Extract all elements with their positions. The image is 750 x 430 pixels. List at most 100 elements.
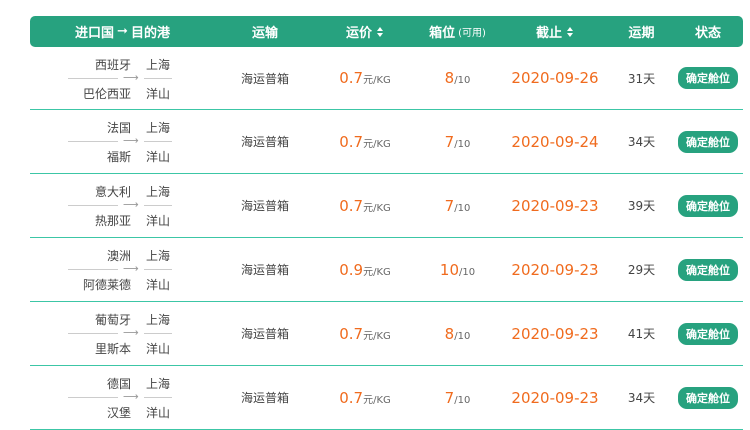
route-divider xyxy=(68,141,118,142)
arrow-right-icon: ⟶ xyxy=(123,134,139,147)
confirm-booking-button[interactable]: 确定舱位 xyxy=(678,130,738,153)
deadline-cell: 2020-09-23 xyxy=(511,388,599,407)
header-transport-label: 运输 xyxy=(251,26,278,41)
status-cell: 确定舱位 xyxy=(673,194,743,217)
status-cell: 确定舱位 xyxy=(673,130,743,153)
table-row: 澳洲 ⟶ 阿德莱德 上海 洋山 海运普箱 0.9元/KG 10/10 2020-… xyxy=(30,238,743,302)
days-cell: 34天 xyxy=(627,391,656,405)
status-cell: 确定舱位 xyxy=(673,67,743,89)
price-cell: 0.7元/KG xyxy=(315,69,415,87)
dest-city: 上海 xyxy=(146,121,171,135)
route-divider xyxy=(144,269,172,270)
route-cell: 意大利 ⟶ 热那亚 上海 洋山 xyxy=(30,174,215,237)
table-body: 西班牙 ⟶ 巴伦西亚 上海 洋山 海运普箱 0.7元/KG 8/10 2020-… xyxy=(30,47,743,430)
header-deadline-label[interactable]: 截止 xyxy=(536,22,562,41)
header-price[interactable]: 运价 xyxy=(315,22,415,41)
sort-icon[interactable] xyxy=(567,26,574,37)
dest-port: 洋山 xyxy=(146,214,171,228)
box-available: 10 xyxy=(439,260,459,279)
dest-port: 洋山 xyxy=(146,342,171,356)
arrow-right-icon: ⟶ xyxy=(123,326,139,339)
price-unit: 元/KG xyxy=(363,138,391,150)
header-transport: 运输 xyxy=(215,22,315,41)
transport-cell: 海运普箱 xyxy=(240,263,289,277)
price-value: 0.7 xyxy=(339,196,364,215)
dest-city: 上海 xyxy=(146,185,171,199)
box-total: /10 xyxy=(454,202,471,214)
dest-city: 上海 xyxy=(146,57,171,72)
box-total: /10 xyxy=(459,266,476,278)
days-cell: 31天 xyxy=(627,71,656,86)
arrow-right-icon: ⟶ xyxy=(123,198,139,211)
table-row: 葡萄牙 ⟶ 里斯本 上海 洋山 海运普箱 0.7元/KG 8/10 2020-0… xyxy=(30,302,743,366)
price-unit: 元/KG xyxy=(363,75,391,86)
route-divider xyxy=(68,77,118,79)
route-divider xyxy=(144,205,172,206)
origin-port: 热那亚 xyxy=(94,214,131,228)
box-cell: 7/10 xyxy=(415,389,500,407)
origin-port: 福斯 xyxy=(106,150,131,164)
price-value: 0.9 xyxy=(339,260,364,279)
confirm-booking-button[interactable]: 确定舱位 xyxy=(678,258,738,281)
dest-port: 洋山 xyxy=(146,86,171,101)
header-price-label[interactable]: 运价 xyxy=(346,22,372,41)
header-route: 进口国 ➞ 目的港 xyxy=(30,22,215,41)
dest-port: 洋山 xyxy=(146,278,171,292)
box-total: /10 xyxy=(454,330,471,342)
transport-cell: 海运普箱 xyxy=(240,391,289,405)
confirm-booking-button[interactable]: 确定舱位 xyxy=(678,67,738,89)
arrow-right-icon: ⟶ xyxy=(123,70,139,84)
route-divider xyxy=(68,397,118,398)
box-cell: 8/10 xyxy=(415,69,500,87)
header-box-note: (可用) xyxy=(458,28,486,39)
status-cell: 确定舱位 xyxy=(673,258,743,281)
header-route-origin: 进口国 xyxy=(75,26,115,41)
route-cell: 葡萄牙 ⟶ 里斯本 上海 洋山 xyxy=(30,302,215,365)
price-unit: 元/KG xyxy=(363,266,391,278)
header-route-dest: 目的港 xyxy=(130,26,170,41)
route-cell: 德国 ⟶ 汉堡 上海 洋山 xyxy=(30,366,215,429)
dest-port: 洋山 xyxy=(146,406,171,420)
table-header: 进口国 ➞ 目的港 运输 运价 箱位 (可用) 截止 运期 状态 xyxy=(30,16,743,47)
price-cell: 0.9元/KG xyxy=(315,261,415,279)
box-available: 7 xyxy=(444,388,455,407)
table-row: 西班牙 ⟶ 巴伦西亚 上海 洋山 海运普箱 0.7元/KG 8/10 2020-… xyxy=(30,47,743,110)
confirm-booking-button[interactable]: 确定舱位 xyxy=(678,386,738,409)
box-available: 8 xyxy=(444,324,455,343)
deadline-cell: 2020-09-23 xyxy=(511,324,599,343)
box-cell: 7/10 xyxy=(415,133,500,151)
deadline-cell: 2020-09-26 xyxy=(511,69,599,87)
price-cell: 0.7元/KG xyxy=(315,389,415,407)
days-cell: 29天 xyxy=(627,263,656,277)
arrow-right-icon: ⟶ xyxy=(123,262,139,275)
origin-port: 阿德莱德 xyxy=(82,278,131,292)
box-available: 7 xyxy=(444,196,455,215)
table-row: 意大利 ⟶ 热那亚 上海 洋山 海运普箱 0.7元/KG 7/10 2020-0… xyxy=(30,174,743,238)
deadline-cell: 2020-09-23 xyxy=(511,196,599,215)
price-unit: 元/KG xyxy=(363,394,391,406)
days-cell: 39天 xyxy=(627,199,656,213)
route-divider xyxy=(68,205,118,206)
days-cell: 34天 xyxy=(627,135,656,149)
status-cell: 确定舱位 xyxy=(673,386,743,409)
confirm-booking-button[interactable]: 确定舱位 xyxy=(678,322,738,345)
route-cell: 法国 ⟶ 福斯 上海 洋山 xyxy=(30,110,215,173)
header-deadline[interactable]: 截止 xyxy=(500,22,610,41)
price-unit: 元/KG xyxy=(363,202,391,214)
confirm-booking-button[interactable]: 确定舱位 xyxy=(678,194,738,217)
box-available: 7 xyxy=(444,132,455,151)
price-value: 0.7 xyxy=(339,388,364,407)
transport-cell: 海运普箱 xyxy=(240,327,289,341)
days-cell: 41天 xyxy=(627,327,656,341)
status-cell: 确定舱位 xyxy=(673,322,743,345)
table-row: 德国 ⟶ 汉堡 上海 洋山 海运普箱 0.7元/KG 7/10 2020-09-… xyxy=(30,366,743,430)
sort-icon[interactable] xyxy=(377,26,384,37)
shipping-table: 进口国 ➞ 目的港 运输 运价 箱位 (可用) 截止 运期 状态 西班牙 ⟶ 巴… xyxy=(30,16,743,430)
header-status-label: 状态 xyxy=(694,26,721,41)
route-divider xyxy=(68,269,118,270)
route-divider xyxy=(144,333,172,334)
box-cell: 8/10 xyxy=(415,325,500,343)
route-divider xyxy=(144,77,172,79)
route-divider xyxy=(144,141,172,142)
header-status: 状态 xyxy=(673,22,743,41)
